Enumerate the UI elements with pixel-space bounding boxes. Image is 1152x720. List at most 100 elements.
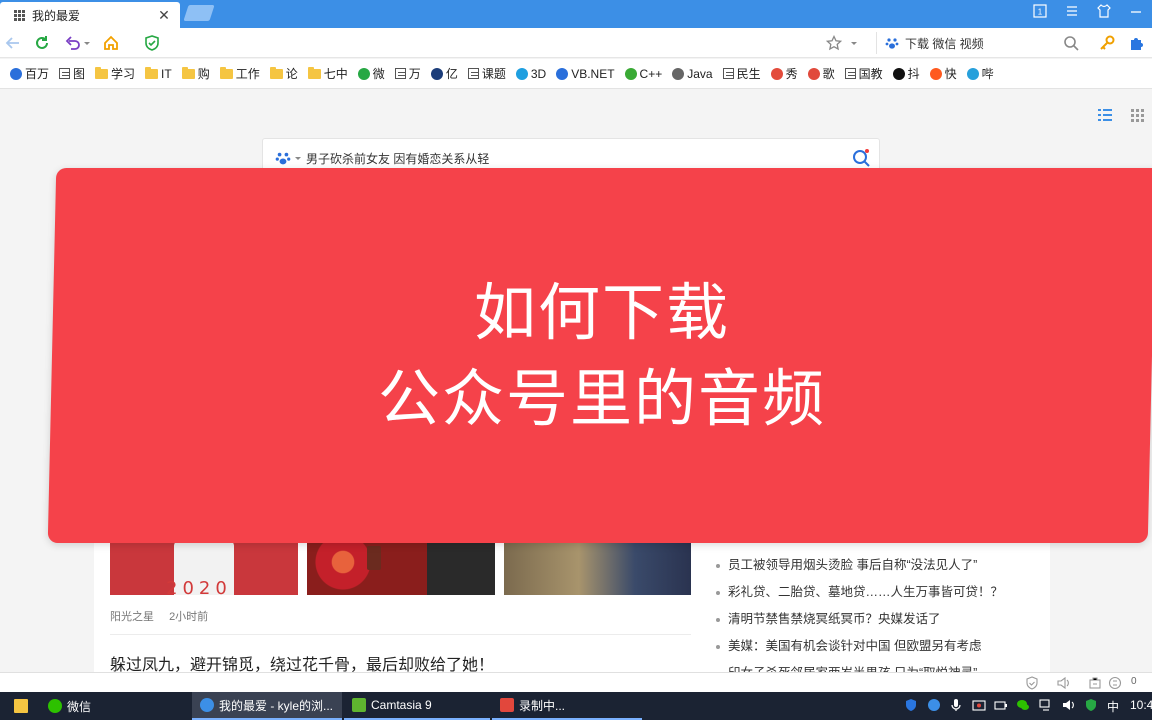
- wechat-tray-icon[interactable]: [1016, 698, 1030, 712]
- taskbar-recording[interactable]: 录制中...: [492, 692, 642, 720]
- bookmark-item[interactable]: 亿: [430, 65, 458, 82]
- tab-favorites[interactable]: 我的最爱 ✕: [0, 2, 180, 28]
- bookmark-item[interactable]: 万: [394, 65, 421, 82]
- security-tray-icon[interactable]: [1084, 698, 1098, 712]
- news-item[interactable]: 员工被领导用烟头烫脸 事后自称“没法见人了”: [716, 552, 1036, 579]
- clock[interactable]: 10:4: [1130, 698, 1152, 712]
- feed-thumbnail[interactable]: [504, 540, 691, 595]
- bookmark-label: VB.NET: [571, 66, 615, 81]
- browser-tray-icon[interactable]: [927, 698, 941, 712]
- bookmark-label: 亿: [445, 67, 458, 81]
- bookmark-label: 微: [372, 67, 385, 81]
- news-item[interactable]: 清明节禁售禁烧冥纸冥币？央媒发话了: [716, 606, 1036, 633]
- bookmark-item[interactable]: 工作: [219, 65, 260, 82]
- close-tab-icon[interactable]: ✕: [154, 7, 174, 24]
- bookmark-item[interactable]: 3D: [515, 67, 546, 81]
- news-item[interactable]: 印女子杀死邻居家两岁半男孩 只为“取悦神灵”: [716, 660, 1036, 672]
- search-submit-icon[interactable]: [851, 148, 871, 168]
- microphone-icon[interactable]: [949, 698, 963, 712]
- browser-icon: [200, 698, 214, 712]
- extension-puzzle-icon[interactable]: [1126, 32, 1148, 54]
- volume-icon[interactable]: [1061, 698, 1075, 712]
- bookmark-label: 秀: [785, 67, 798, 81]
- network-icon[interactable]: [1039, 698, 1053, 712]
- search-input[interactable]: 下载 微信 视频: [905, 35, 1086, 52]
- task-label: 微信: [67, 699, 92, 714]
- bookmark-item[interactable]: VB.NET: [556, 66, 615, 81]
- restore-window-icon[interactable]: 1: [1028, 4, 1052, 24]
- bookmark-label: 课题: [481, 67, 506, 81]
- shield-check-icon[interactable]: [1025, 676, 1039, 690]
- search-placeholder[interactable]: 男子砍杀前女友 因有婚恋关系从轻: [306, 150, 851, 167]
- menu-icon[interactable]: [1060, 4, 1084, 24]
- bookmark-item[interactable]: 民生: [722, 65, 761, 82]
- feed-thumbnail[interactable]: [307, 540, 495, 595]
- feed-source[interactable]: 阳光之星: [110, 611, 154, 623]
- taskbar-browser[interactable]: 我的最爱 - kyle的浏...: [192, 692, 342, 720]
- zoom-icon[interactable]: [1108, 676, 1122, 690]
- undo-dropdown-icon[interactable]: [82, 32, 92, 54]
- list-view-icon[interactable]: [1097, 108, 1113, 125]
- bookmark-label: 国教: [858, 67, 883, 81]
- status-bar: 0: [0, 672, 1152, 692]
- taskbar-camtasia[interactable]: Camtasia 9: [344, 692, 490, 720]
- search-engine-box[interactable]: 下载 微信 视频: [876, 32, 1086, 54]
- home-icon[interactable]: [100, 32, 122, 54]
- engine-dropdown-icon[interactable]: [294, 154, 302, 162]
- feed-thumbnail[interactable]: 2020: [110, 540, 298, 595]
- folder-icon: [307, 66, 321, 79]
- shield-tray-icon[interactable]: [904, 698, 918, 712]
- feed-headline[interactable]: 躲过凤九，避开锦觅，绕过花千骨，最后却败给了她！: [110, 651, 494, 672]
- back-icon[interactable]: [2, 32, 24, 54]
- globe-icon: [672, 67, 685, 80]
- file-explorer-button[interactable]: [6, 692, 36, 720]
- input-method-indicator[interactable]: 中: [1107, 698, 1119, 715]
- bookmark-item[interactable]: 国教: [844, 65, 883, 82]
- bookmarks-bar: 百万 图 学习 IT 购 工作 论 七中 微 万 亿 课题 3D VB.NET C++ Java 民生 秀 歌 国教 抖…: [0, 59, 1152, 89]
- grid-view-icon[interactable]: [1130, 108, 1146, 125]
- folder-icon: [219, 66, 233, 79]
- bookmark-item[interactable]: C++: [624, 67, 662, 81]
- bookmark-item[interactable]: 课题: [467, 65, 506, 82]
- bookmark-item[interactable]: 微: [357, 65, 385, 82]
- bookmark-item[interactable]: 图: [59, 65, 85, 82]
- news-item[interactable]: 彩礼贷、二胎贷、墓地贷……人生万事皆可贷！？: [716, 579, 1036, 606]
- taskbar-wechat[interactable]: 微信: [40, 692, 190, 720]
- colorful-x-icon: [770, 67, 783, 80]
- bookmark-item[interactable]: Java: [672, 67, 713, 81]
- news-item[interactable]: 美媒：美国有机会谈针对中国 但欧盟另有考虑: [716, 633, 1036, 660]
- minimize-icon[interactable]: [1124, 4, 1148, 24]
- bookmark-item[interactable]: 论: [269, 65, 298, 82]
- folder-icon: [145, 66, 159, 79]
- bookmark-item[interactable]: 抖: [892, 65, 920, 82]
- key-icon[interactable]: [1096, 32, 1118, 54]
- bookmark-item[interactable]: IT: [145, 66, 172, 81]
- bookmark-star-icon[interactable]: [823, 32, 845, 54]
- security-shield-icon[interactable]: [141, 32, 163, 54]
- download-manager-icon[interactable]: [1088, 676, 1102, 690]
- bookmark-item[interactable]: 七中: [307, 65, 348, 82]
- refresh-icon[interactable]: [31, 32, 53, 54]
- sound-icon[interactable]: [1056, 676, 1070, 690]
- skin-icon[interactable]: [1092, 4, 1116, 24]
- bookmark-item[interactable]: 百万: [10, 65, 49, 82]
- new-tab-button[interactable]: [183, 5, 215, 21]
- task-label: Camtasia 9: [371, 698, 432, 712]
- bookmark-item[interactable]: 歌: [807, 65, 835, 82]
- undo-icon[interactable]: [62, 32, 84, 54]
- address-dropdown-icon[interactable]: [847, 32, 861, 54]
- music-icon: [807, 67, 820, 80]
- camera-tray-icon[interactable]: [972, 698, 986, 712]
- bookmark-item[interactable]: 快: [929, 65, 957, 82]
- search-icon[interactable]: [1060, 32, 1082, 54]
- bookmark-item[interactable]: 秀: [770, 65, 798, 82]
- recording-icon: [500, 698, 514, 712]
- bookmark-label: 论: [285, 67, 298, 81]
- wechat-icon: [48, 699, 62, 713]
- bookmark-item[interactable]: 哔: [966, 65, 994, 82]
- bookmark-label: 七中: [323, 67, 348, 81]
- bookmark-item[interactable]: 购: [181, 65, 210, 82]
- folder-icon: [181, 66, 195, 79]
- bookmark-item[interactable]: 学习: [95, 65, 135, 82]
- battery-icon[interactable]: [994, 698, 1008, 712]
